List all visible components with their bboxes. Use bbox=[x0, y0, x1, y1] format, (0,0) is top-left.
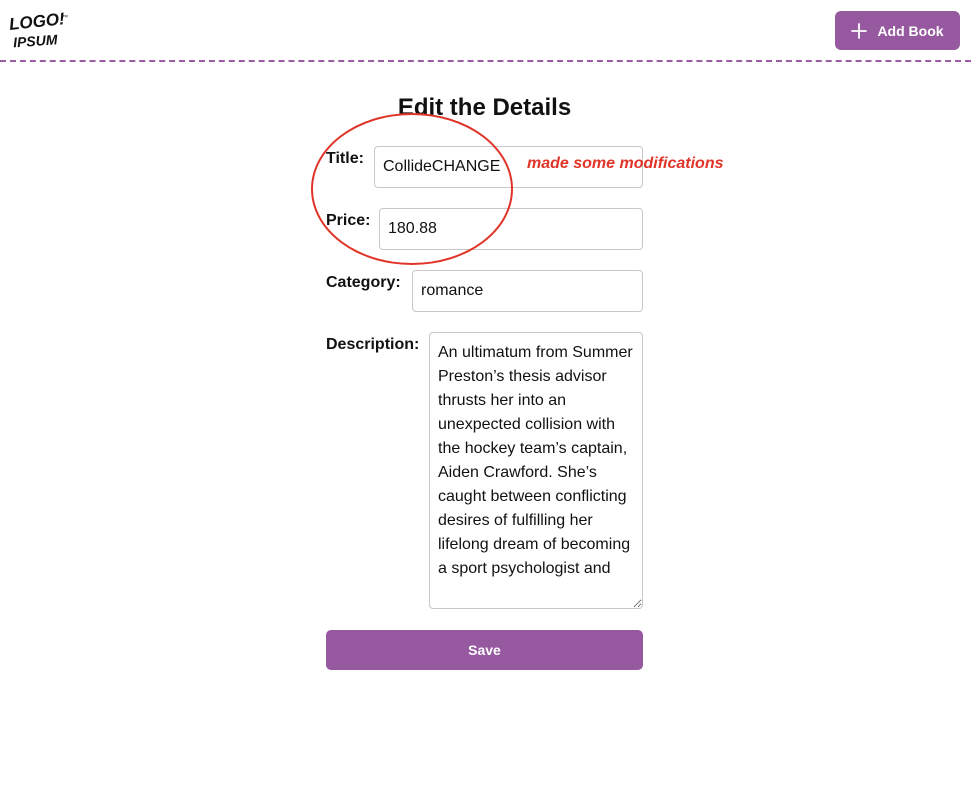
description-label: Description: bbox=[326, 336, 420, 353]
title-label: Title: bbox=[326, 150, 364, 167]
add-book-label: Add Book bbox=[877, 22, 944, 39]
logo-ipsum-logo[interactable]: LOGO! ™ IPSUM bbox=[8, 10, 70, 50]
category-input[interactable] bbox=[412, 270, 643, 312]
form-title: Edit the Details bbox=[397, 94, 572, 121]
plus-icon bbox=[851, 22, 868, 39]
logo-text-bottom: IPSUM bbox=[13, 31, 59, 50]
page: LOGO! ™ IPSUM Add Book Edit the Details … bbox=[0, 0, 971, 790]
price-input[interactable] bbox=[379, 208, 643, 250]
price-label: Price: bbox=[326, 212, 371, 229]
category-label: Category: bbox=[326, 274, 401, 291]
top-header: LOGO! ™ IPSUM Add Book bbox=[0, 0, 971, 62]
logo-text-top: LOGO! bbox=[8, 10, 66, 34]
description-textarea[interactable]: An ultimatum from Summer Preston’s thesi… bbox=[429, 332, 643, 609]
add-book-button[interactable]: Add Book bbox=[835, 11, 960, 50]
save-button[interactable]: Save bbox=[326, 630, 643, 670]
logo-tm: ™ bbox=[62, 14, 68, 21]
annotation-note: made some modifications bbox=[527, 155, 724, 172]
